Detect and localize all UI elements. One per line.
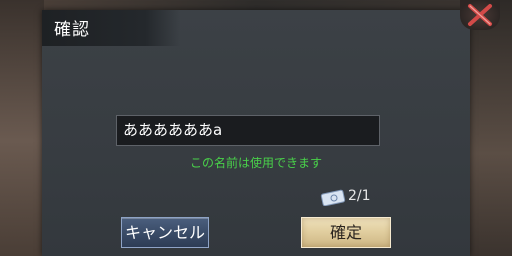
- confirm-button[interactable]: 確定: [301, 217, 391, 248]
- dialog-title-bar: 確認: [42, 10, 180, 46]
- background-left: [0, 0, 44, 256]
- ticket-icon: [320, 189, 346, 206]
- ticket-count: 2/1: [348, 188, 371, 204]
- cancel-button[interactable]: キャンセル: [121, 217, 209, 248]
- background-right: [468, 0, 512, 256]
- name-input-field[interactable]: ああああああa: [116, 115, 380, 146]
- close-button[interactable]: [460, 0, 500, 30]
- name-available-message: この名前は使用できます: [189, 156, 322, 170]
- close-icon: [468, 4, 492, 26]
- dialog-title: 確認: [54, 20, 90, 40]
